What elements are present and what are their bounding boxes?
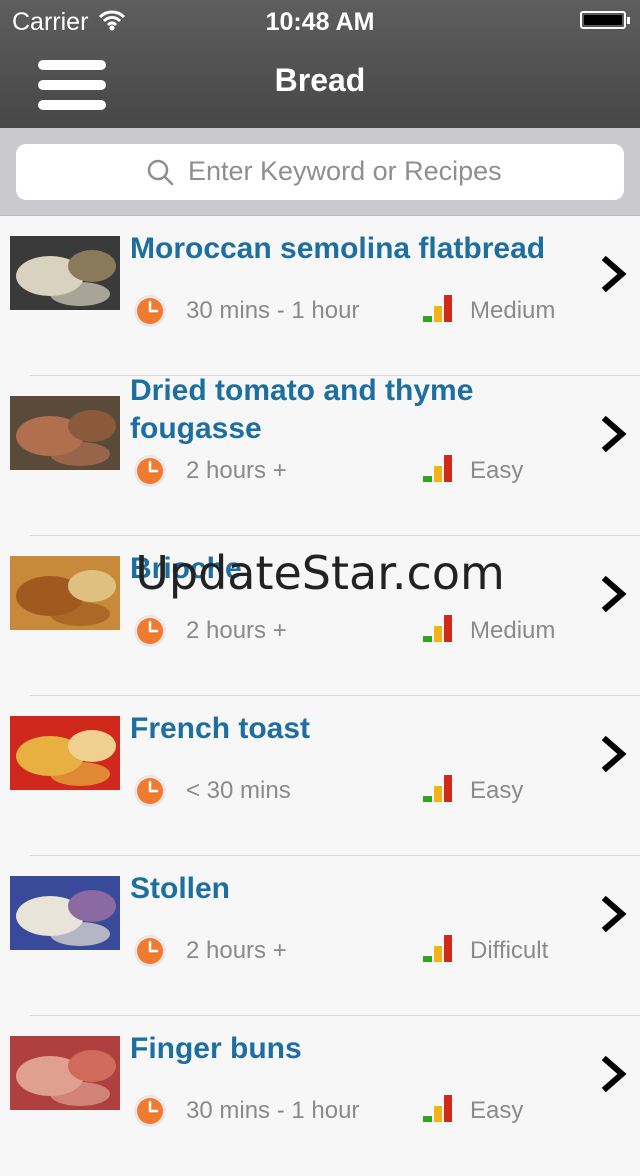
chevron-right-icon[interactable] [600,1056,630,1092]
search-icon [147,159,174,186]
recipe-difficulty: Medium [470,617,556,644]
difficulty-icon [423,1095,452,1122]
recipe-title: Moroccan semolina flatbread [130,232,546,265]
clock-icon [134,295,166,327]
difficulty-icon [423,775,452,802]
difficulty-icon [423,935,452,962]
navigation-bar: Carrier 10:48 AM Bread [0,0,640,128]
clock-icon [134,775,166,807]
chevron-right-icon[interactable] [600,416,630,452]
watermark-text: UpdateStar.com [135,546,505,600]
clock-icon [134,935,166,967]
recipe-thumbnail [10,236,120,310]
recipe-duration: < 30 mins [186,777,291,804]
recipe-row[interactable]: Stollen 2 hours + Difficult [0,856,640,1016]
recipe-title: French toast [130,712,311,745]
clock-icon [134,455,166,487]
difficulty-icon [423,295,452,322]
recipe-duration: 2 hours + [186,937,287,964]
recipe-duration: 30 mins - 1 hour [186,297,360,324]
recipe-difficulty: Easy [470,1097,524,1124]
page-title: Bread [274,62,366,98]
search-input[interactable]: Enter Keyword or Recipes [16,144,624,200]
recipe-thumbnail [10,716,120,790]
recipe-row[interactable]: French toast < 30 mins Easy [0,696,640,856]
recipe-title: Stollen [130,872,231,905]
chevron-right-icon[interactable] [600,736,630,772]
clock-icon [134,615,166,647]
clock-time: 10:48 AM [265,8,375,36]
recipe-duration: 30 mins - 1 hour [186,1097,360,1124]
clock-icon [134,1095,166,1127]
recipe-thumbnail [10,876,120,950]
chevron-right-icon[interactable] [600,896,630,932]
chevron-right-icon[interactable] [600,256,630,292]
recipe-thumbnail [10,1036,120,1110]
recipe-difficulty: Difficult [470,937,549,964]
recipe-row[interactable]: Dried tomato and thyme fougasse 2 hours … [0,374,640,536]
recipe-row[interactable]: Finger buns 30 mins - 1 hour Easy [0,1016,640,1176]
status-bar: Carrier 10:48 AM [0,0,640,40]
difficulty-icon [423,455,452,482]
recipe-duration: 2 hours + [186,617,287,644]
recipe-difficulty: Easy [470,457,524,484]
recipe-title: Dried tomato and thyme fougasse [130,374,474,445]
recipe-row[interactable]: Moroccan semolina flatbread 30 mins - 1 … [0,216,640,376]
battery-icon [580,11,630,29]
recipe-thumbnail [10,396,120,470]
search-placeholder: Enter Keyword or Recipes [188,156,502,186]
recipe-difficulty: Medium [470,297,556,324]
search-bar: Enter Keyword or Recipes [0,128,640,216]
recipe-difficulty: Easy [470,777,524,804]
recipe-title: Finger buns [130,1032,302,1065]
recipe-duration: 2 hours + [186,457,287,484]
difficulty-icon [423,615,452,642]
